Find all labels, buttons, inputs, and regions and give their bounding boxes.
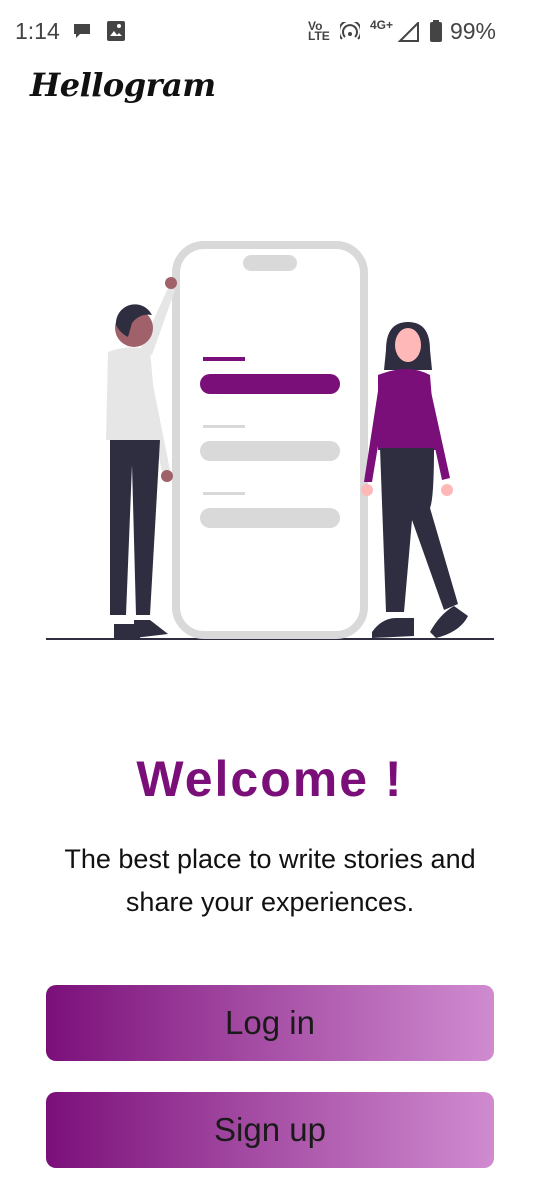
hotspot-icon bbox=[338, 19, 362, 47]
chat-bubble-icon bbox=[72, 22, 92, 45]
signal-icon bbox=[397, 20, 420, 47]
volte-label: Vo LTE bbox=[308, 20, 330, 43]
status-bar: 1:14 Vo LTE 4G+ 99% bbox=[0, 0, 540, 64]
login-button-label: Log in bbox=[225, 1004, 315, 1041]
welcome-title: Welcome ! bbox=[136, 751, 404, 807]
welcome-subtitle-line1: The best place to write stories and bbox=[64, 844, 476, 874]
battery-percent: 99% bbox=[449, 18, 496, 44]
signup-button[interactable]: Sign up bbox=[46, 1092, 494, 1168]
man-figure bbox=[106, 277, 177, 638]
gallery-icon bbox=[106, 20, 126, 47]
phone-illustration bbox=[172, 241, 368, 639]
app-logo: Hellogram bbox=[30, 66, 216, 104]
signal-label: 4G+ bbox=[370, 18, 394, 32]
woman-figure bbox=[361, 322, 468, 638]
welcome-subtitle-line2: share your experiences. bbox=[125, 887, 415, 917]
signup-button-label: Sign up bbox=[214, 1111, 326, 1148]
welcome-illustration bbox=[46, 241, 494, 640]
welcome-subtitle: The best place to write stories and shar… bbox=[20, 838, 520, 924]
battery-icon bbox=[430, 20, 442, 47]
status-time: 1:14 bbox=[15, 18, 60, 44]
volte-bottom: LTE bbox=[308, 29, 330, 43]
login-button[interactable]: Log in bbox=[46, 985, 494, 1061]
